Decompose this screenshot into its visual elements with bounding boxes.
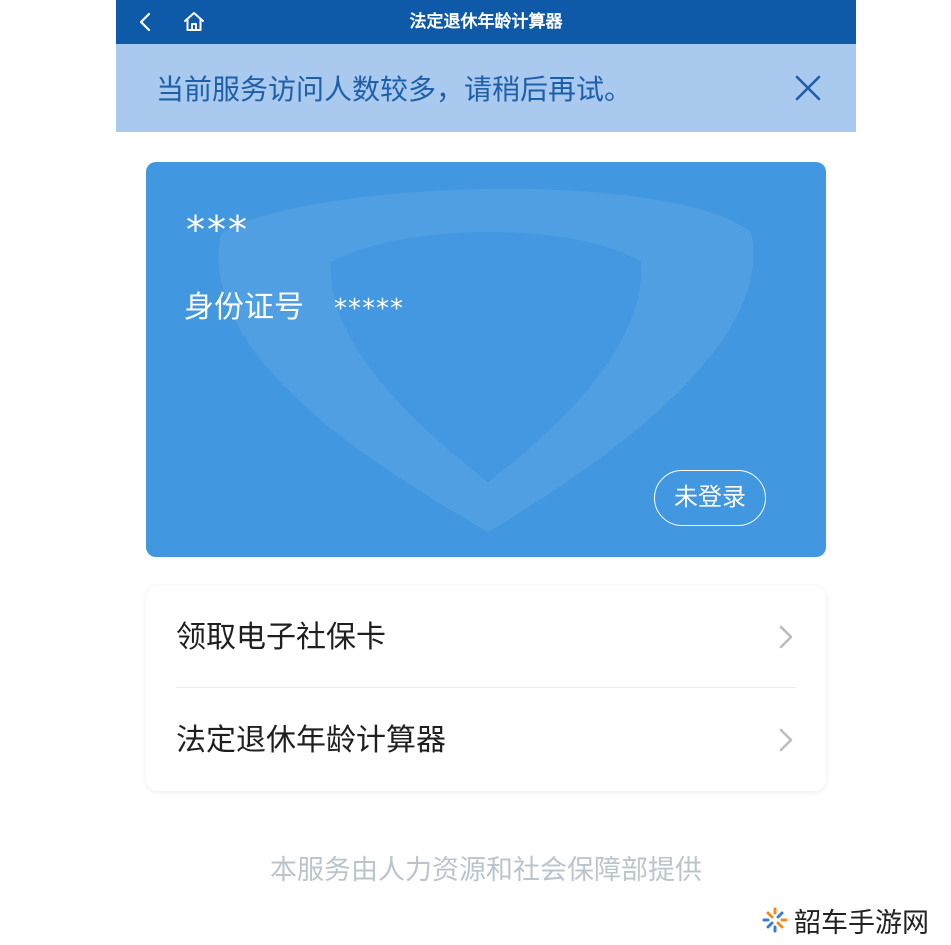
- service-menu: 领取电子社保卡 法定退休年龄计算器: [146, 586, 826, 791]
- menu-item-label: 法定退休年龄计算器: [176, 723, 446, 758]
- notice-close-button[interactable]: [788, 68, 828, 108]
- cardholder-name: ***: [186, 208, 249, 252]
- chevron-right-icon: [779, 625, 793, 649]
- social-security-card: *** 身份证号 ***** 未登录: [146, 162, 826, 557]
- site-watermark: 韶车手游网: [760, 900, 929, 940]
- menu-divider: [176, 687, 796, 688]
- menu-item-retirement-calculator[interactable]: 法定退休年龄计算器: [146, 689, 826, 791]
- watermark-text: 韶车手游网: [794, 907, 929, 939]
- sparkle-logo-icon: [762, 907, 788, 933]
- id-number-row: 身份证号 *****: [184, 282, 404, 326]
- login-button[interactable]: 未登录: [654, 470, 766, 526]
- id-number-label: 身份证号: [184, 290, 304, 325]
- notice-message: 当前服务访问人数较多，请稍后再试。: [156, 73, 633, 106]
- chevron-right-icon: [779, 728, 793, 752]
- app-screen: 法定退休年龄计算器 当前服务访问人数较多，请稍后再试。 *** 身份证号 ****…: [116, 0, 856, 945]
- page-title: 法定退休年龄计算器: [409, 12, 563, 32]
- menu-item-electronic-card[interactable]: 领取电子社保卡: [146, 586, 826, 688]
- close-icon: [795, 75, 821, 101]
- top-bar: 法定退休年龄计算器: [116, 0, 856, 44]
- notice-banner: 当前服务访问人数较多，请稍后再试。: [116, 44, 856, 132]
- menu-item-label: 领取电子社保卡: [176, 620, 386, 655]
- id-number-value: *****: [334, 294, 404, 324]
- footer-provider-text: 本服务由人力资源和社会保障部提供: [270, 855, 702, 886]
